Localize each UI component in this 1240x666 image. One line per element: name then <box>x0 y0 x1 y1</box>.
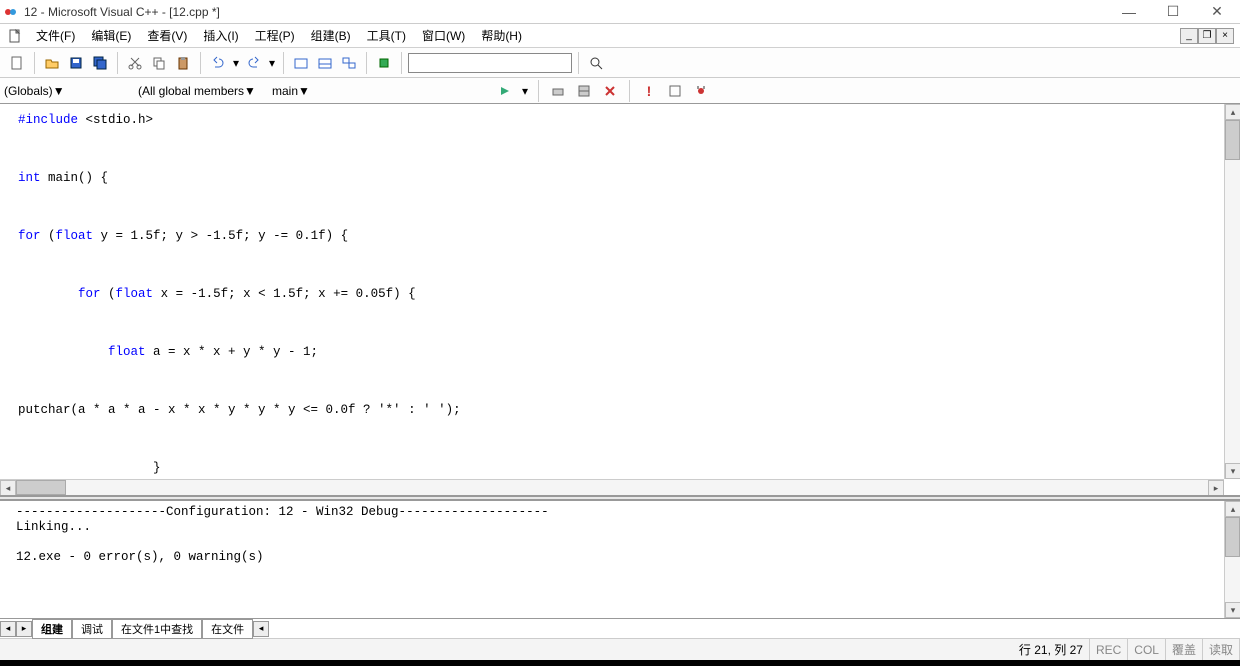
undo-button[interactable] <box>207 52 229 74</box>
output-button[interactable] <box>314 52 336 74</box>
menu-help[interactable]: 帮助(H) <box>475 25 528 46</box>
new-file-button[interactable] <box>6 52 28 74</box>
menu-tools[interactable]: 工具(T) <box>361 25 412 46</box>
breakpoint-button[interactable] <box>690 80 712 102</box>
wizard-toolbar: (Globals)▼ (All global members▼ main▼ ▾ … <box>0 78 1240 104</box>
tab-find-in-files-2[interactable]: 在文件 <box>202 619 253 639</box>
standard-toolbar: ▾ ▾ <box>0 48 1240 78</box>
window-title: 12 - Microsoft Visual C++ - [12.cpp *] <box>24 5 1116 19</box>
status-ovr: 覆盖 <box>1166 639 1203 660</box>
scroll-right-button[interactable]: ▸ <box>1208 480 1224 496</box>
paste-button[interactable] <box>172 52 194 74</box>
go-dropdown[interactable]: ▾ <box>520 80 530 102</box>
scroll-up-button[interactable]: ▴ <box>1225 104 1240 120</box>
save-button[interactable] <box>65 52 87 74</box>
maximize-button[interactable]: ☐ <box>1160 3 1186 21</box>
cut-button[interactable] <box>124 52 146 74</box>
bookmark-button[interactable] <box>373 52 395 74</box>
code-editor[interactable]: #include <stdio.h> int main() { for (flo… <box>0 104 1240 496</box>
status-read: 读取 <box>1203 639 1240 660</box>
mdi-minimize-button[interactable]: _ <box>1180 28 1198 44</box>
function-combo[interactable]: main▼ <box>272 84 490 98</box>
tabs-scroll-left2-button[interactable]: ◂ <box>253 621 269 637</box>
status-bar: 行 21, 列 27 REC COL 覆盖 读取 <box>0 638 1240 660</box>
output-scroll-up-button[interactable]: ▴ <box>1225 501 1240 517</box>
find-in-files-button[interactable] <box>585 52 607 74</box>
workspace-button[interactable] <box>290 52 312 74</box>
tab-build[interactable]: 组建 <box>32 619 72 639</box>
editor-vertical-scrollbar[interactable]: ▴ ▾ <box>1224 104 1240 479</box>
tab-debug[interactable]: 调试 <box>72 619 112 639</box>
menu-window[interactable]: 窗口(W) <box>416 25 471 46</box>
mdi-restore-button[interactable]: ❐ <box>1198 28 1216 44</box>
menu-build[interactable]: 组建(B) <box>305 25 357 46</box>
output-vertical-scrollbar[interactable]: ▴ ▾ <box>1224 501 1240 618</box>
menu-file[interactable]: 文件(F) <box>30 25 81 46</box>
save-all-button[interactable] <box>89 52 111 74</box>
stop-build-button[interactable] <box>599 80 621 102</box>
menu-project[interactable]: 工程(P) <box>249 25 301 46</box>
scroll-down-button[interactable]: ▾ <box>1225 463 1240 479</box>
compile-button[interactable] <box>547 80 569 102</box>
window-list-button[interactable] <box>338 52 360 74</box>
output-pane: --------------------Configuration: 12 - … <box>0 500 1240 638</box>
output-tabs: ◂ ▸ 组建 调试 在文件1中查找 在文件 ◂ <box>0 618 1240 638</box>
go-debugging-button[interactable] <box>664 80 686 102</box>
go-button[interactable] <box>494 80 516 102</box>
mdi-close-button[interactable]: × <box>1216 28 1234 44</box>
redo-dropdown[interactable]: ▾ <box>267 52 277 74</box>
execute-button[interactable]: ! <box>638 80 660 102</box>
cursor-position: 行 21, 列 27 <box>1013 639 1090 660</box>
menu-edit[interactable]: 编辑(E) <box>85 25 137 46</box>
tab-find-in-files-1[interactable]: 在文件1中查找 <box>112 619 202 639</box>
scroll-left-button[interactable]: ◂ <box>0 480 16 496</box>
scope-combo[interactable]: (Globals)▼ <box>4 84 134 98</box>
undo-dropdown[interactable]: ▾ <box>231 52 241 74</box>
app-icon <box>4 5 18 19</box>
close-button[interactable]: ✕ <box>1204 3 1230 21</box>
tabs-scroll-left-button[interactable]: ◂ <box>0 621 16 637</box>
build-button[interactable] <box>573 80 595 102</box>
menu-insert[interactable]: 插入(I) <box>197 25 244 46</box>
editor-horizontal-scrollbar[interactable]: ◂ ▸ <box>0 479 1224 495</box>
output-text: --------------------Configuration: 12 - … <box>0 501 1240 569</box>
members-combo[interactable]: (All global members▼ <box>138 84 268 98</box>
minimize-button[interactable]: — <box>1116 3 1142 21</box>
find-input[interactable] <box>408 53 572 73</box>
doc-icon <box>6 27 24 45</box>
bottom-strip <box>0 660 1240 666</box>
copy-button[interactable] <box>148 52 170 74</box>
output-scroll-down-button[interactable]: ▾ <box>1225 602 1240 618</box>
tabs-scroll-right-button[interactable]: ▸ <box>16 621 32 637</box>
redo-button[interactable] <box>243 52 265 74</box>
title-bar: 12 - Microsoft Visual C++ - [12.cpp *] —… <box>0 0 1240 24</box>
menu-bar: 文件(F) 编辑(E) 查看(V) 插入(I) 工程(P) 组建(B) 工具(T… <box>0 24 1240 48</box>
status-rec: REC <box>1090 639 1128 660</box>
open-button[interactable] <box>41 52 63 74</box>
status-col: COL <box>1128 639 1166 660</box>
menu-view[interactable]: 查看(V) <box>141 25 193 46</box>
